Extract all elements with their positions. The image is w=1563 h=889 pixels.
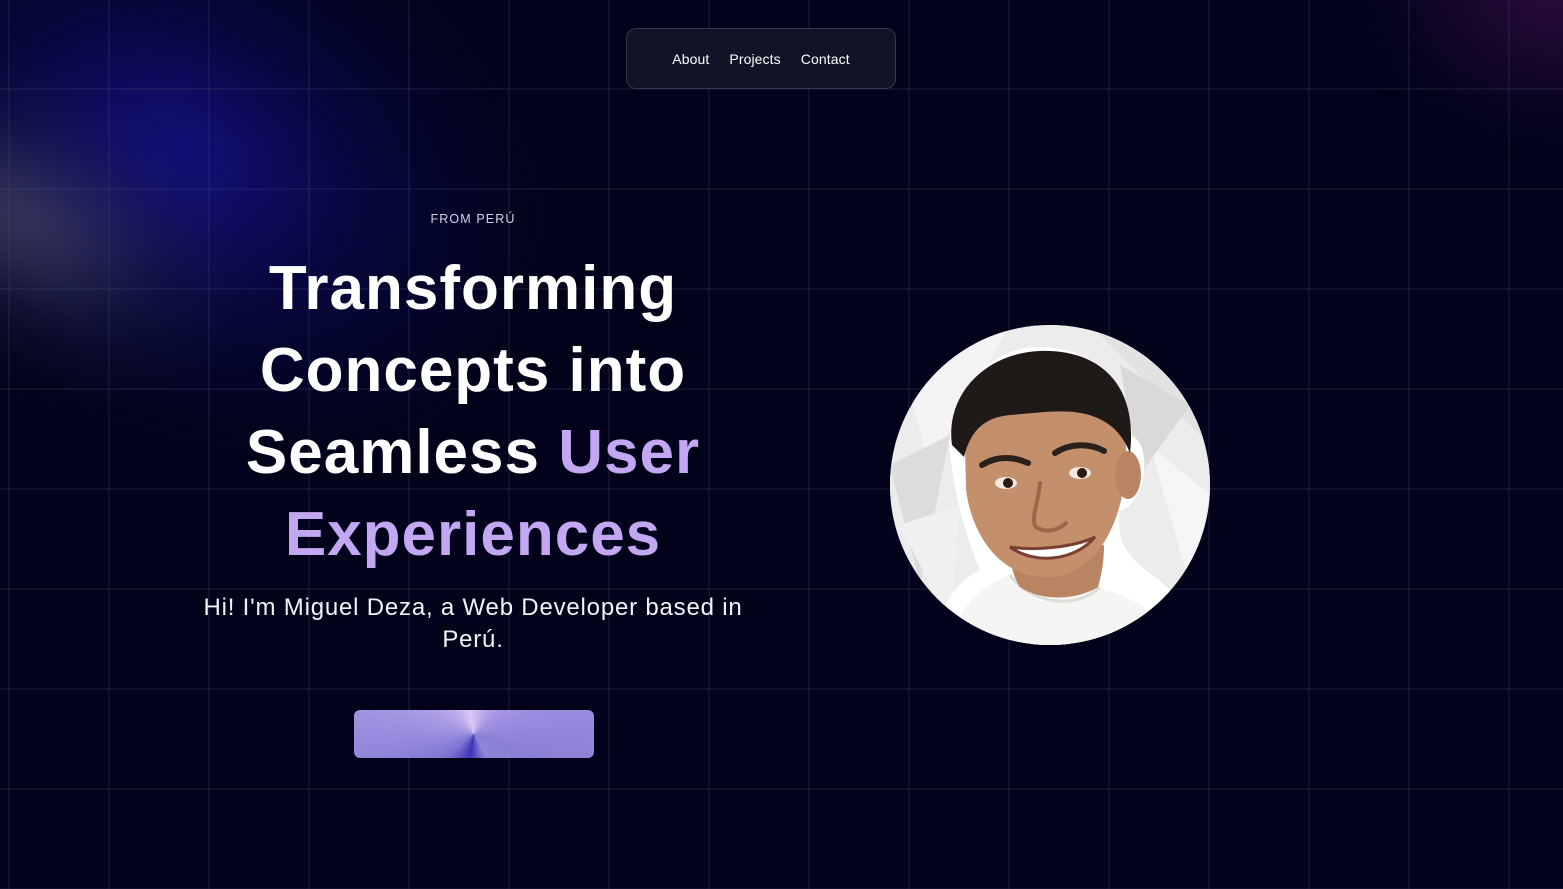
hero-intro: Hi! I'm Miguel Deza, a Web Developer bas…: [203, 594, 743, 653]
page: About Projects Contact FROM PERÚ Transfo…: [0, 0, 1563, 889]
headline-accent-experiences: Experiences: [284, 500, 662, 569]
hero-text: FROM PERÚ Transforming Concepts into Sea…: [163, 208, 783, 656]
hero-eyebrow: FROM PERÚ: [430, 212, 516, 226]
headline-line-1: Transforming: [268, 254, 678, 323]
top-nav: About Projects Contact: [626, 28, 896, 89]
headline-accent-user: User: [558, 418, 701, 487]
background-glow-right: [1363, 0, 1563, 140]
hero-cta-button[interactable]: [354, 710, 594, 758]
profile-photo: [890, 325, 1210, 645]
hero-headline: Transforming Concepts into Seamless User…: [163, 248, 783, 576]
nav-link-projects[interactable]: Projects: [729, 51, 780, 67]
nav-link-contact[interactable]: Contact: [801, 51, 850, 67]
profile-avatar: [890, 325, 1210, 645]
headline-line-2: Concepts into: [259, 336, 687, 405]
headline-line-3: Seamless: [245, 418, 559, 487]
nav-link-about[interactable]: About: [672, 51, 709, 67]
